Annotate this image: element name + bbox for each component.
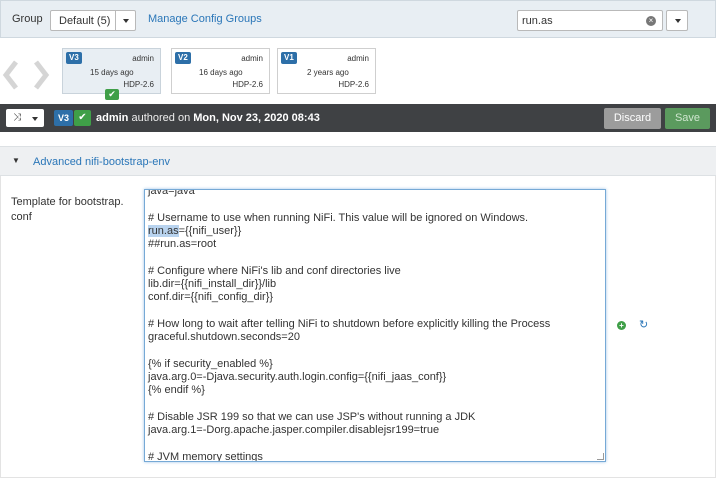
advanced-section-header[interactable]: ▼ Advanced nifi-bootstrap-env (0, 146, 716, 176)
clear-search-icon[interactable]: × (646, 16, 656, 26)
shuffle-icon: ⤨ (13, 112, 21, 123)
version-stack: HDP-2.6 (232, 80, 263, 89)
group-dropdown-value: Default (5) (59, 15, 111, 27)
version-toolbar: ⤨ V3 ✔ admin authored on Mon, Nov 23, 20… (0, 104, 716, 132)
manage-config-groups-link[interactable]: Manage Config Groups (148, 13, 262, 25)
version-age: 16 days ago (199, 68, 243, 77)
refresh-icon[interactable]: ↻ (639, 318, 648, 331)
template-text: java=java # Username to use when running … (148, 189, 551, 462)
editor-line: # How long to wait after telling NiFi to… (148, 317, 551, 330)
version-badge: V1 (281, 52, 297, 64)
version-badge: V3 (66, 52, 82, 64)
save-button[interactable]: Save (665, 108, 710, 129)
compare-versions-button[interactable]: ⤨ (6, 109, 44, 127)
editor-line: {% endif %} (148, 384, 205, 397)
version-age: 15 days ago (90, 68, 134, 77)
chevron-right-icon[interactable] (34, 60, 50, 90)
config-search-input[interactable]: run.as × (517, 10, 663, 31)
discard-button[interactable]: Discard (604, 108, 661, 129)
editor-line: run.as={{nifi_user}} (148, 224, 242, 237)
authored-text: authored on (131, 112, 191, 124)
version-user: admin (347, 54, 369, 63)
caret-down-icon (675, 19, 681, 23)
version-author-line: admin authored on Mon, Nov 23, 2020 08:4… (96, 112, 320, 124)
caret-down-icon (123, 19, 129, 23)
editor-line: {% if security_enabled %} (148, 357, 273, 370)
authored-date: Mon, Nov 23, 2020 08:43 (193, 112, 320, 124)
current-version-check-icon: ✔ (105, 89, 119, 100)
editor-line: java=java (148, 189, 195, 197)
search-highlight: run.as (148, 224, 179, 237)
author-name: admin (96, 112, 129, 124)
editor-line: # JVM memory settings (148, 450, 263, 462)
editor-line: conf.dir={{nifi_config_dir}} (148, 291, 274, 304)
version-age: 2 years ago (307, 68, 349, 77)
search-filter-dropdown[interactable] (666, 10, 688, 31)
editor-line: # Configure where NiFi's lib and conf di… (148, 264, 401, 277)
chevron-left-icon[interactable] (2, 60, 18, 90)
editor-line: lib.dir={{nifi_install_dir}}/lib (148, 278, 277, 291)
version-nav-arrows (2, 60, 50, 90)
version-stack: HDP-2.6 (338, 80, 369, 89)
editor-line: ##run.as=root (148, 238, 217, 251)
collapse-caret-icon: ▼ (12, 156, 20, 165)
version-card-v1[interactable]: V1 admin 2 years ago HDP-2.6 (277, 48, 376, 94)
check-icon: ✔ (74, 110, 91, 126)
version-card-v2[interactable]: V2 admin 16 days ago HDP-2.6 (171, 48, 270, 94)
resize-handle-icon[interactable] (597, 453, 604, 460)
editor-line: java.arg.0=-Djava.security.auth.login.co… (148, 371, 447, 384)
template-textarea[interactable]: java=java # Username to use when running … (144, 189, 606, 462)
version-card-v3[interactable]: V3 admin 15 days ago HDP-2.6 (62, 48, 161, 94)
caret-down-icon (32, 117, 38, 121)
version-stack: HDP-2.6 (123, 80, 154, 89)
current-version-badge: V3 (54, 110, 74, 126)
version-user: admin (132, 54, 154, 63)
version-badge: V2 (175, 52, 191, 64)
editor-line: # Disable JSR 199 so that we can use JSP… (148, 411, 476, 424)
group-dropdown-toggle[interactable] (115, 11, 135, 30)
editor-line: java.arg.1=-Dorg.apache.jasper.compiler.… (148, 424, 440, 437)
editor-line: graceful.shutdown.seconds=20 (148, 331, 300, 344)
group-label: Group (12, 13, 43, 25)
add-override-icon[interactable]: + (617, 321, 626, 330)
version-user: admin (241, 54, 263, 63)
config-search-value: run.as (522, 15, 553, 27)
template-field-label: Template for bootstrap. conf (11, 196, 124, 223)
section-title[interactable]: Advanced nifi-bootstrap-env (33, 156, 170, 168)
editor-line: # Username to use when running NiFi. Thi… (148, 211, 529, 224)
group-dropdown[interactable]: Default (5) (50, 10, 136, 31)
config-group-bar: Group Default (5) Manage Config Groups r… (0, 0, 716, 38)
